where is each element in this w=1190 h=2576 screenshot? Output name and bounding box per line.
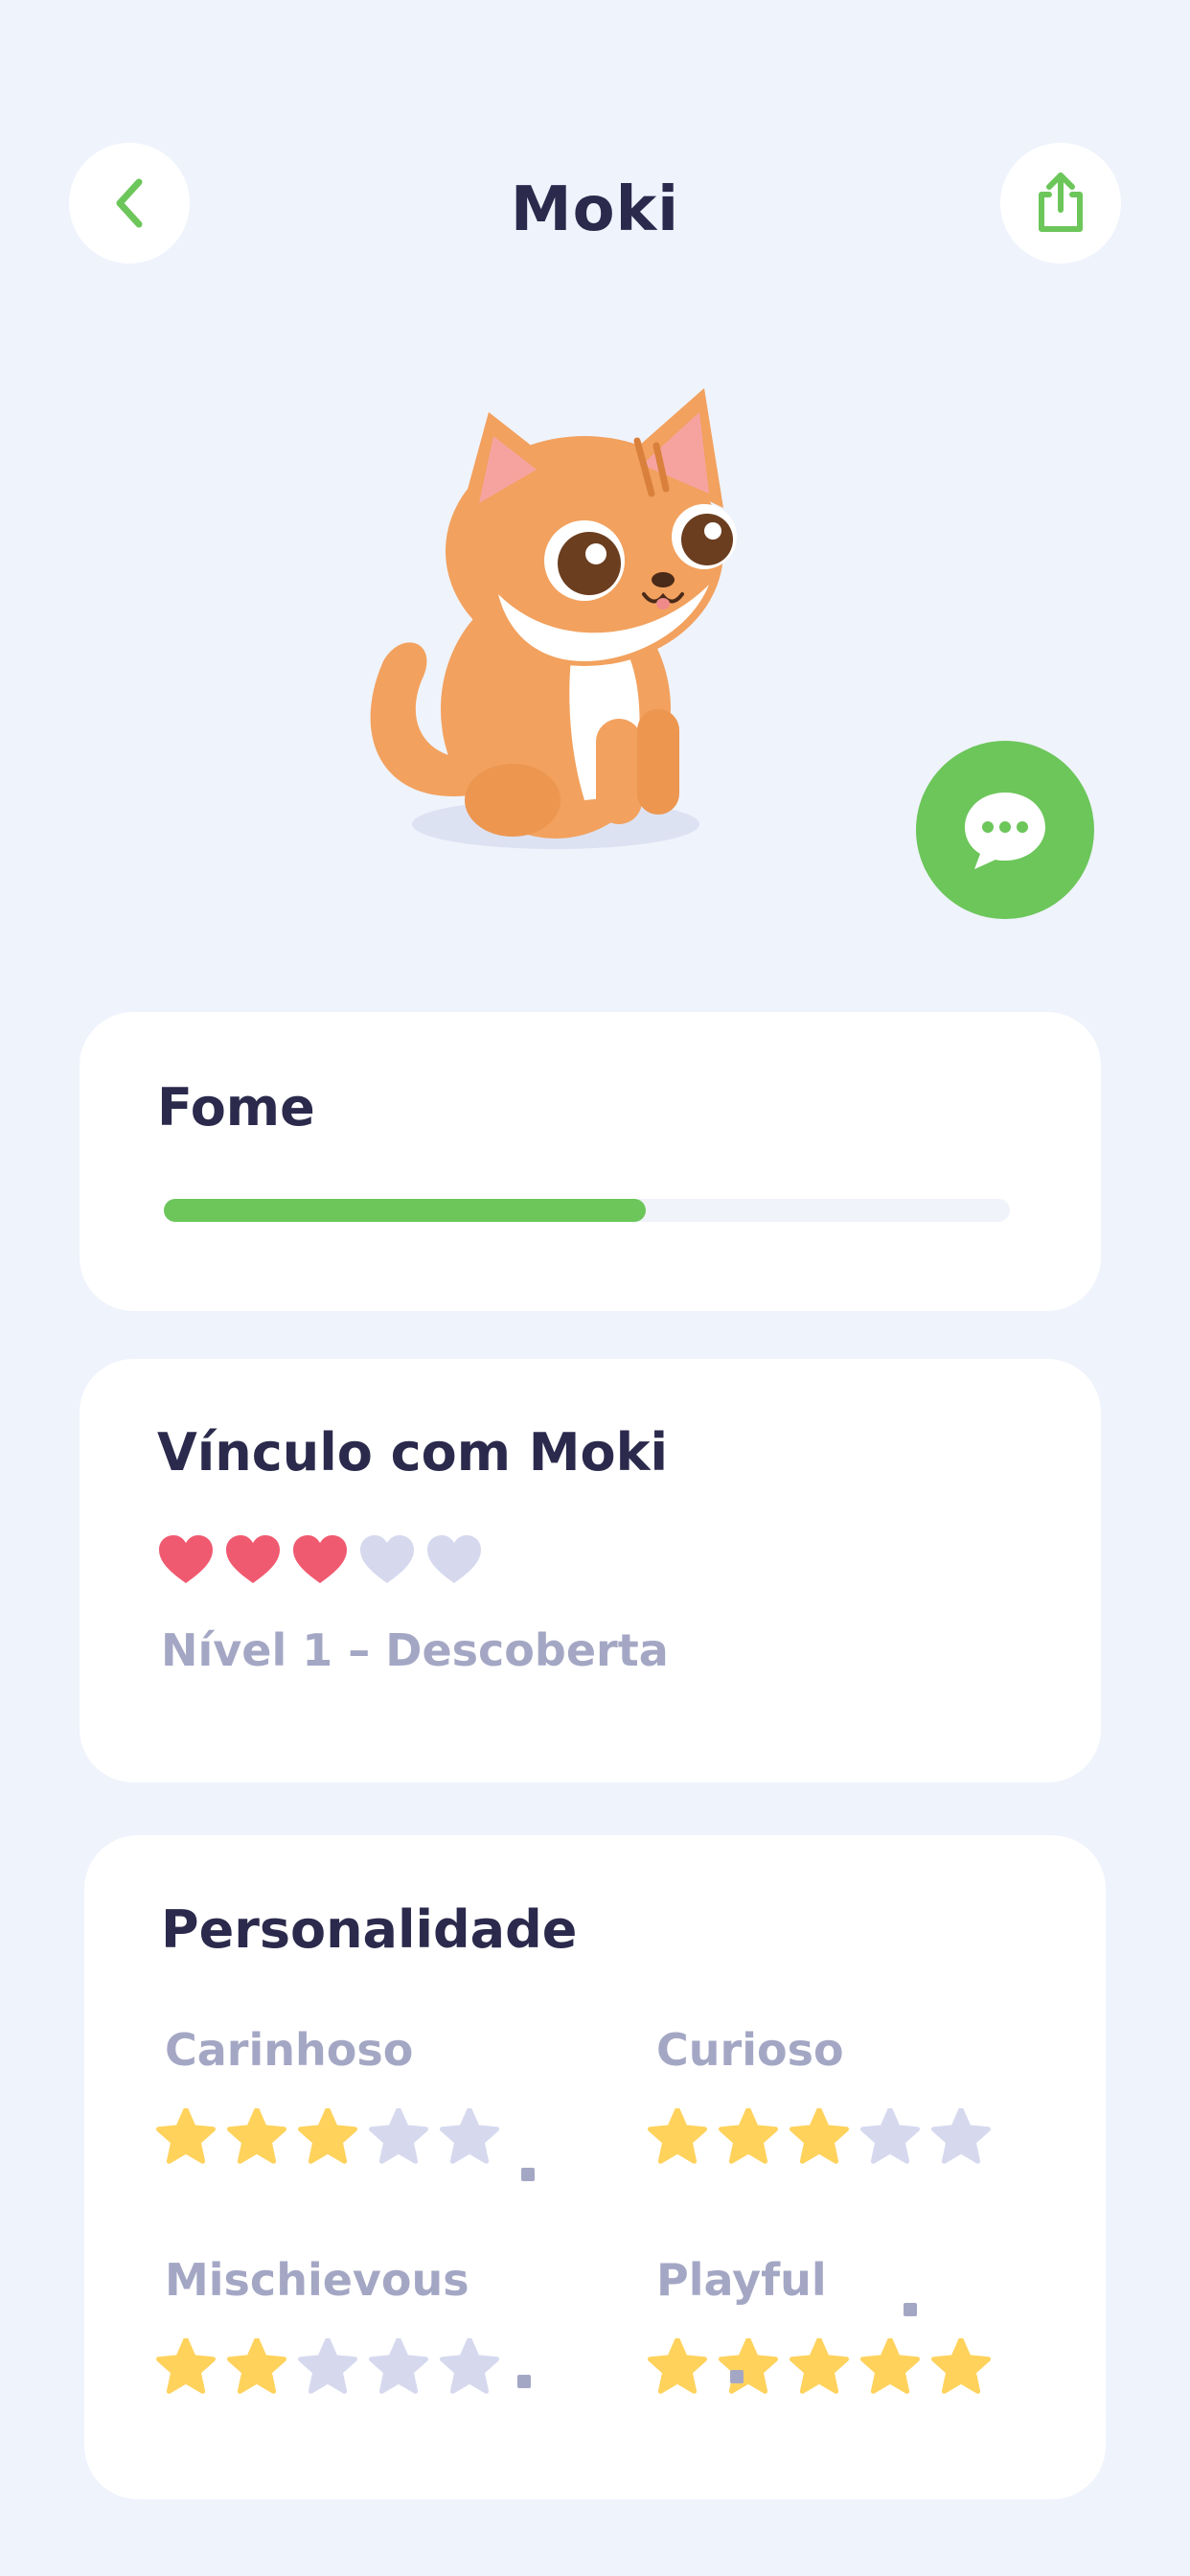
pet-illustration[interactable] (345, 374, 786, 872)
trait-stars-mischievous (156, 2338, 499, 2396)
hunger-card (80, 1012, 1101, 1311)
star-filled-icon (790, 2108, 849, 2164)
star-empty-icon (369, 2108, 428, 2164)
star-empty-icon (369, 2338, 428, 2394)
star-filled-icon (298, 2108, 357, 2164)
trait-label-playful: Playful (656, 2254, 827, 2306)
star-filled-icon (648, 2108, 707, 2164)
share-button[interactable] (1000, 143, 1121, 264)
orange-cat-illustration (370, 388, 737, 849)
star-empty-icon (440, 2108, 499, 2164)
trait-stars-carinhoso (156, 2108, 499, 2166)
heart-filled-icon (293, 1535, 347, 1583)
trait-label-curioso: Curioso (656, 2024, 844, 2076)
star-empty-icon (298, 2338, 357, 2394)
decorative-dot (517, 2375, 531, 2388)
chat-button[interactable] (916, 741, 1094, 919)
trait-stars-curioso (648, 2108, 991, 2166)
star-filled-icon (227, 2338, 286, 2394)
star-filled-icon (790, 2338, 849, 2394)
decorative-dot (904, 2303, 917, 2316)
heart-filled-icon (159, 1535, 213, 1583)
star-empty-icon (860, 2108, 920, 2164)
trait-label-mischievous: Mischievous (165, 2254, 469, 2306)
decorative-dot (521, 2168, 535, 2181)
share-icon (1039, 172, 1083, 232)
star-filled-icon (860, 2338, 920, 2394)
personality-title: Personalidade (161, 1899, 578, 1960)
trait-label-carinhoso: Carinhoso (165, 2024, 414, 2076)
chat-bubble-icon (965, 793, 1045, 869)
star-filled-icon (227, 2108, 286, 2164)
star-filled-icon (719, 2108, 778, 2164)
star-empty-icon (931, 2108, 991, 2164)
star-filled-icon (156, 2108, 216, 2164)
star-empty-icon (440, 2338, 499, 2394)
star-filled-icon (156, 2338, 216, 2394)
heart-filled-icon (226, 1535, 280, 1583)
star-filled-icon (719, 2338, 778, 2394)
hunger-progress-bar (164, 1199, 1010, 1222)
hunger-progress-fill (164, 1199, 647, 1222)
bond-title: Vínculo com Moki (157, 1422, 669, 1483)
bond-hearts (157, 1533, 483, 1587)
bond-level-text: Nível 1 – Descoberta (161, 1624, 669, 1676)
trait-stars-playful (648, 2338, 991, 2396)
heart-empty-icon (360, 1535, 414, 1583)
star-filled-icon (648, 2338, 707, 2394)
heart-empty-icon (427, 1535, 481, 1583)
star-filled-icon (931, 2338, 991, 2394)
decorative-dot (730, 2370, 744, 2383)
hunger-title: Fome (157, 1077, 315, 1138)
